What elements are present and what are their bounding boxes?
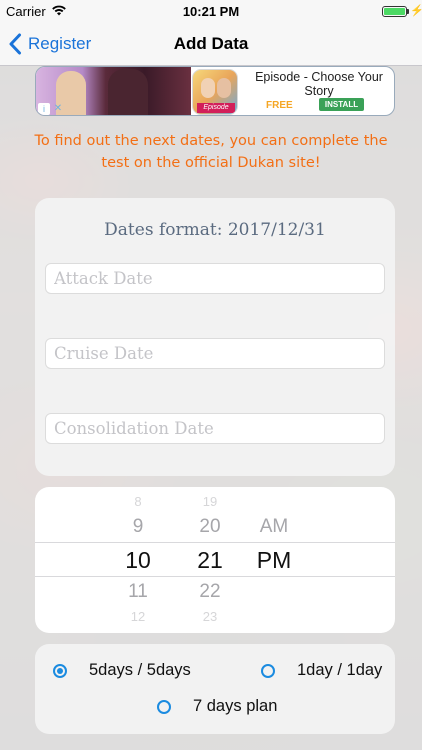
lightning-icon: ⚡ — [410, 5, 422, 17]
status-time: 10:21 PM — [182, 4, 240, 19]
navigation-bar: Register Add Data — [0, 22, 422, 66]
status-bar: Carrier 10:21 PM ⚡ — [0, 0, 422, 22]
picker-hour-option[interactable]: 12 — [108, 609, 168, 624]
ad-banner[interactable]: i ✕ Episode Episode - Choose Your Story … — [35, 66, 395, 116]
radio-unchecked-icon[interactable] — [261, 663, 275, 678]
picker-hour-option[interactable]: 11 — [108, 581, 168, 603]
ad-close-icon[interactable]: ✕ — [52, 103, 64, 115]
ad-app-figure — [217, 78, 231, 98]
plan-selection-card: 5days / 5days 1day / 1day 7 days plan — [35, 644, 395, 734]
ad-figure — [108, 69, 148, 115]
picker-minute-option[interactable]: 22 — [180, 581, 240, 603]
picker-minute-option[interactable]: 19 — [180, 494, 240, 509]
plan-option-7days[interactable]: 7 days plan — [157, 697, 277, 716]
dates-format-label: Dates format: 2017/12/31 — [104, 220, 326, 240]
dates-form-card: Dates format: 2017/12/31 — [35, 198, 395, 476]
radio-checked-icon[interactable] — [53, 663, 67, 678]
picker-ampm-option[interactable]: AM — [244, 516, 304, 538]
picker-ampm-selected[interactable]: PM — [244, 547, 304, 574]
battery-tip — [407, 9, 409, 14]
radio-unchecked-icon[interactable] — [157, 699, 171, 714]
consolidation-date-field[interactable] — [45, 413, 385, 444]
info-message: To find out the next dates, you can comp… — [34, 133, 388, 171]
ad-image: i ✕ — [36, 67, 191, 115]
plan-option-label: 7 days plan — [193, 697, 278, 715]
plan-option-5days[interactable]: 5days / 5days — [53, 661, 191, 680]
cruise-date-field[interactable] — [45, 338, 385, 369]
ad-app-logo: Episode — [197, 103, 235, 113]
ad-free-label: FREE — [266, 100, 293, 111]
ad-info-icon[interactable]: i — [38, 103, 50, 115]
attack-date-field[interactable] — [45, 263, 385, 294]
picker-minute-option[interactable]: 20 — [180, 516, 240, 538]
ad-install-button[interactable]: INSTALL — [319, 98, 364, 111]
battery-icon — [382, 6, 407, 17]
picker-hour-option[interactable]: 9 — [108, 516, 168, 538]
battery-level — [384, 8, 405, 15]
picker-minute-selected[interactable]: 21 — [180, 547, 240, 574]
picker-selection-line — [35, 542, 395, 543]
ad-title: Episode - Choose Your Story — [255, 70, 383, 98]
picker-hour-selected[interactable]: 10 — [108, 547, 168, 574]
picker-minute-option[interactable]: 23 — [180, 609, 240, 624]
time-picker[interactable]: 8 9 10 11 12 19 20 21 22 23 AM PM — [35, 487, 395, 633]
plan-option-label: 1day / 1day — [297, 661, 383, 679]
ad-app-icon: Episode — [192, 69, 238, 115]
ad-app-figure — [201, 78, 215, 98]
picker-selection-line — [35, 576, 395, 577]
plan-option-1day[interactable]: 1day / 1day — [261, 661, 382, 680]
plan-option-label: 5days / 5days — [89, 661, 191, 679]
page-title: Add Data — [173, 34, 249, 53]
picker-hour-option[interactable]: 8 — [108, 494, 168, 509]
